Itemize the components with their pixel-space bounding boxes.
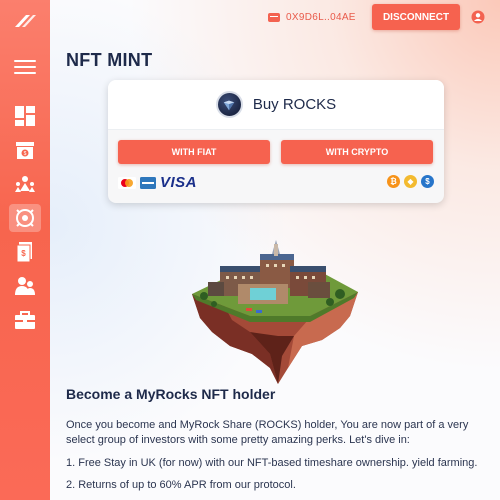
- intro-paragraph: Once you become and MyRock Share (ROCKS)…: [66, 419, 469, 446]
- sidebar-item-team[interactable]: [9, 272, 41, 300]
- account-icon[interactable]: [471, 10, 485, 24]
- community-icon: [15, 176, 35, 192]
- section-heading: Become a MyRocks NFT holder: [66, 386, 276, 402]
- sidebar-item-document[interactable]: $: [9, 238, 41, 266]
- usdc-icon: $: [421, 175, 434, 188]
- perk-item-2: 2. Returns of up to 60% APR from our pro…: [66, 479, 296, 491]
- wallet-address[interactable]: 0X9D6L..04AE: [268, 10, 356, 24]
- sidebar-item-community[interactable]: [9, 170, 41, 198]
- with-crypto-button[interactable]: WITH CRYPTO: [281, 140, 433, 164]
- rocks-token-icon: [215, 91, 243, 118]
- wallet-icon: [268, 12, 280, 22]
- sidebar-item-dashboard[interactable]: [9, 102, 41, 130]
- main-content: 0X9D6L..04AE DISCONNECT NFT MINT Buy ROC…: [50, 0, 500, 500]
- buy-card-title: Buy ROCKS: [252, 96, 337, 113]
- dashboard-icon: [15, 106, 35, 126]
- briefcase-icon: [15, 311, 35, 329]
- logo-icon[interactable]: [12, 12, 38, 30]
- menu-toggle-icon[interactable]: [14, 60, 36, 74]
- team-icon: [15, 277, 35, 295]
- svg-text:$: $: [21, 249, 26, 258]
- with-fiat-button[interactable]: WITH FIAT: [118, 140, 270, 164]
- sidebar-item-briefcase[interactable]: [9, 306, 41, 334]
- buy-card: Buy ROCKS WITH FIAT WITH CRYPTO VISA ₿ ◆…: [108, 80, 444, 203]
- sidebar: $ $: [0, 0, 50, 500]
- floating-island-illustration: [190, 236, 360, 386]
- crypto-payment-logos: ₿ ◆ $: [387, 175, 434, 188]
- disconnect-button[interactable]: DISCONNECT: [372, 4, 460, 30]
- document-icon: $: [16, 242, 32, 263]
- page-title: NFT MINT: [66, 50, 153, 70]
- sidebar-item-nft-mint[interactable]: [9, 204, 41, 232]
- amex-icon: [140, 176, 156, 189]
- visa-logo: VISA: [160, 174, 198, 191]
- perk-item-1: 1. Free Stay in UK (for now) with our NF…: [66, 457, 478, 469]
- nft-mint-icon: [16, 209, 34, 227]
- mastercard-icon: [118, 176, 136, 189]
- nft-store-icon: $: [16, 142, 34, 159]
- svg-text:$: $: [24, 151, 27, 157]
- bitcoin-icon: ₿: [387, 175, 400, 188]
- bnb-icon: ◆: [404, 175, 417, 188]
- buy-card-header: Buy ROCKS: [108, 80, 444, 130]
- sidebar-item-store[interactable]: $: [9, 136, 41, 164]
- wallet-address-text: 0X9D6L..04AE: [286, 11, 356, 23]
- fiat-payment-logos: VISA: [118, 174, 197, 191]
